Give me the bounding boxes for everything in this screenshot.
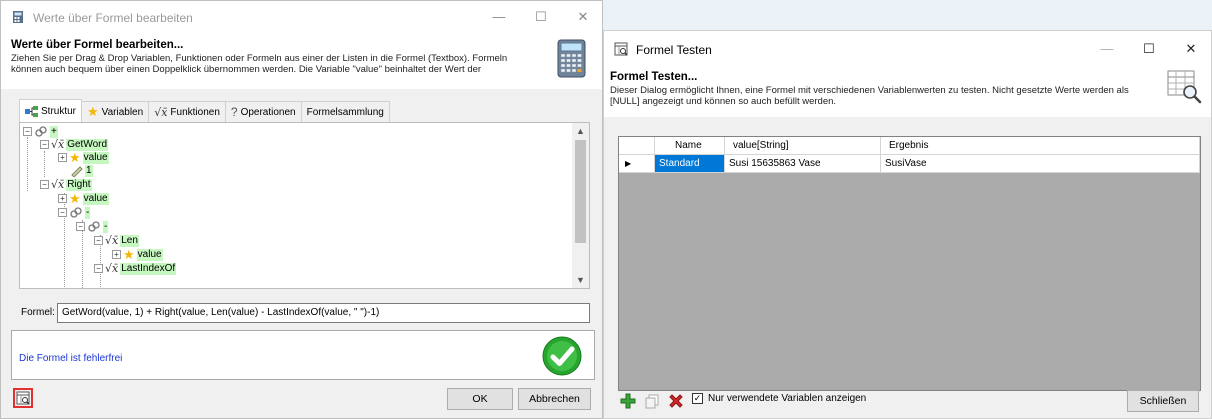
formula-label: Formel: xyxy=(21,307,55,318)
scroll-thumb[interactable] xyxy=(575,140,586,243)
structure-tree[interactable]: − + − √x̄ GetWord + ★ value 1 − √x̄ Righ… xyxy=(19,122,590,289)
formula-editor-window: Werte über Formel bearbeiten — ☐ ✕ Werte… xyxy=(0,0,603,419)
editor-titlebar: Werte über Formel bearbeiten — ☐ ✕ xyxy=(1,1,602,33)
tree-node[interactable]: + ★ value xyxy=(112,246,163,262)
table-row[interactable]: ▶ Standard Susi 15635863 Vase SusiVase xyxy=(619,155,1200,173)
test-header-title: Formel Testen... xyxy=(610,71,698,83)
formula-row: Formel: GetWord(value, 1) + Right(value,… xyxy=(19,303,590,323)
operator-icon xyxy=(88,220,100,232)
test-titlebar: Formel Testen — ☐ ✕ xyxy=(604,31,1211,65)
tree-node[interactable]: + ★ value xyxy=(58,190,109,206)
table-search-icon xyxy=(1167,70,1202,104)
test-formula-button[interactable] xyxy=(13,388,33,408)
formula-input[interactable]: GetWord(value, 1) + Right(value, Len(val… xyxy=(57,303,590,323)
used-variables-checkbox-label: Nur verwendete Variablen anzeigen xyxy=(708,393,867,404)
test-header-description: Dieser Dialog ermöglicht Ihnen, eine For… xyxy=(610,85,1129,107)
test-window-icon xyxy=(614,42,628,56)
function-icon: √x̄ xyxy=(51,178,65,191)
calculator-icon xyxy=(13,11,23,23)
editor-header: Werte über Formel bearbeiten... Ziehen S… xyxy=(1,33,602,89)
variable-star-icon: ★ xyxy=(123,246,135,262)
tab-funktionen[interactable]: √x̄ Funktionen xyxy=(148,101,226,122)
copy-row-button[interactable] xyxy=(642,391,662,411)
column-header-value[interactable]: value[String] xyxy=(725,137,881,155)
tree-node[interactable]: − √x̄ Right xyxy=(40,178,92,191)
cancel-button[interactable]: Abbrechen xyxy=(518,388,591,410)
background-strip xyxy=(603,0,1212,30)
test-window-title: Formel Testen xyxy=(636,43,712,57)
editor-header-title: Werte über Formel bearbeiten... xyxy=(11,39,184,51)
test-window-icon xyxy=(16,391,30,405)
function-icon: √x̄ xyxy=(105,262,119,275)
star-icon: ★ xyxy=(87,104,99,119)
function-icon: √x̄ xyxy=(105,234,119,247)
formula-test-window: Formel Testen — ☐ ✕ Formel Testen... Die… xyxy=(603,30,1212,419)
tab-variablen[interactable]: ★ Variablen xyxy=(81,101,150,122)
close-button[interactable]: ✕ xyxy=(1181,41,1201,57)
cell-name[interactable]: Standard xyxy=(655,155,725,173)
sqrt-icon: √x̄ xyxy=(154,105,168,119)
question-icon: ? xyxy=(230,105,238,119)
function-icon: √x̄ xyxy=(51,138,65,151)
editor-header-description: Ziehen Sie per Drag & Drop Variablen, Fu… xyxy=(11,53,508,75)
minimize-button[interactable]: — xyxy=(489,9,509,25)
copy-icon xyxy=(645,394,658,408)
operator-icon xyxy=(35,125,47,137)
tree-scrollbar[interactable]: ▲ ▼ xyxy=(572,123,589,288)
delete-row-button[interactable] xyxy=(666,391,686,411)
column-header-name[interactable]: Name xyxy=(655,137,725,155)
close-button[interactable]: ✕ xyxy=(573,9,593,25)
editor-window-title: Werte über Formel bearbeiten xyxy=(33,11,193,25)
maximize-button[interactable]: ☐ xyxy=(531,9,551,25)
tree-node[interactable]: − √x̄ Len xyxy=(94,234,139,247)
row-indicator-icon: ▶ xyxy=(619,155,655,173)
tab-operationen[interactable]: ? Operationen xyxy=(224,101,302,122)
tree-node[interactable]: 1 xyxy=(70,164,93,177)
column-header-result[interactable]: Ergebnis xyxy=(881,137,1200,155)
tab-struktur[interactable]: Struktur xyxy=(19,99,83,122)
editor-tabs: Struktur ★ Variablen √x̄ Funktionen ? Op… xyxy=(19,99,390,122)
used-variables-checkbox[interactable]: ✓ xyxy=(692,393,703,404)
calculator-large-icon xyxy=(557,39,586,78)
tree-node[interactable]: − - xyxy=(76,220,109,233)
minimize-button[interactable]: — xyxy=(1097,41,1117,57)
validation-status-text: Die Formel ist fehlerfrei xyxy=(19,353,123,364)
close-dialog-button[interactable]: Schließen xyxy=(1127,390,1199,412)
grid-header-row: Name value[String] Ergebnis xyxy=(619,137,1200,155)
tree-node[interactable]: − √x̄ LastIndexOf xyxy=(94,262,177,275)
maximize-button[interactable]: ☐ xyxy=(1139,41,1159,57)
plus-icon xyxy=(620,393,636,409)
ok-button[interactable]: OK xyxy=(447,388,513,410)
tab-formelsammlung[interactable]: Formelsammlung xyxy=(300,101,390,122)
cell-value[interactable]: Susi 15635863 Vase xyxy=(725,155,881,173)
tree-node[interactable]: − - xyxy=(58,206,91,219)
tree-node[interactable]: − + xyxy=(23,125,58,138)
validation-box: Die Formel ist fehlerfrei xyxy=(11,330,595,380)
used-variables-checkbox-row: ✓ Nur verwendete Variablen anzeigen xyxy=(692,393,866,404)
test-header: Formel Testen... Dieser Dialog ermöglich… xyxy=(604,65,1211,117)
delete-x-icon xyxy=(669,394,683,408)
scroll-down-icon[interactable]: ▼ xyxy=(572,272,589,288)
operator-icon xyxy=(70,206,82,218)
tree-node[interactable]: + ★ value xyxy=(58,150,109,165)
cell-result[interactable]: SusiVase xyxy=(881,155,1200,173)
constant-icon xyxy=(71,165,83,177)
checkmark-icon xyxy=(542,336,582,376)
structure-icon xyxy=(25,105,38,117)
add-row-button[interactable] xyxy=(618,391,638,411)
variables-grid[interactable]: Name value[String] Ergebnis ▶ Standard S… xyxy=(618,136,1201,391)
variable-star-icon: ★ xyxy=(69,190,81,206)
scroll-up-icon[interactable]: ▲ xyxy=(572,123,589,139)
